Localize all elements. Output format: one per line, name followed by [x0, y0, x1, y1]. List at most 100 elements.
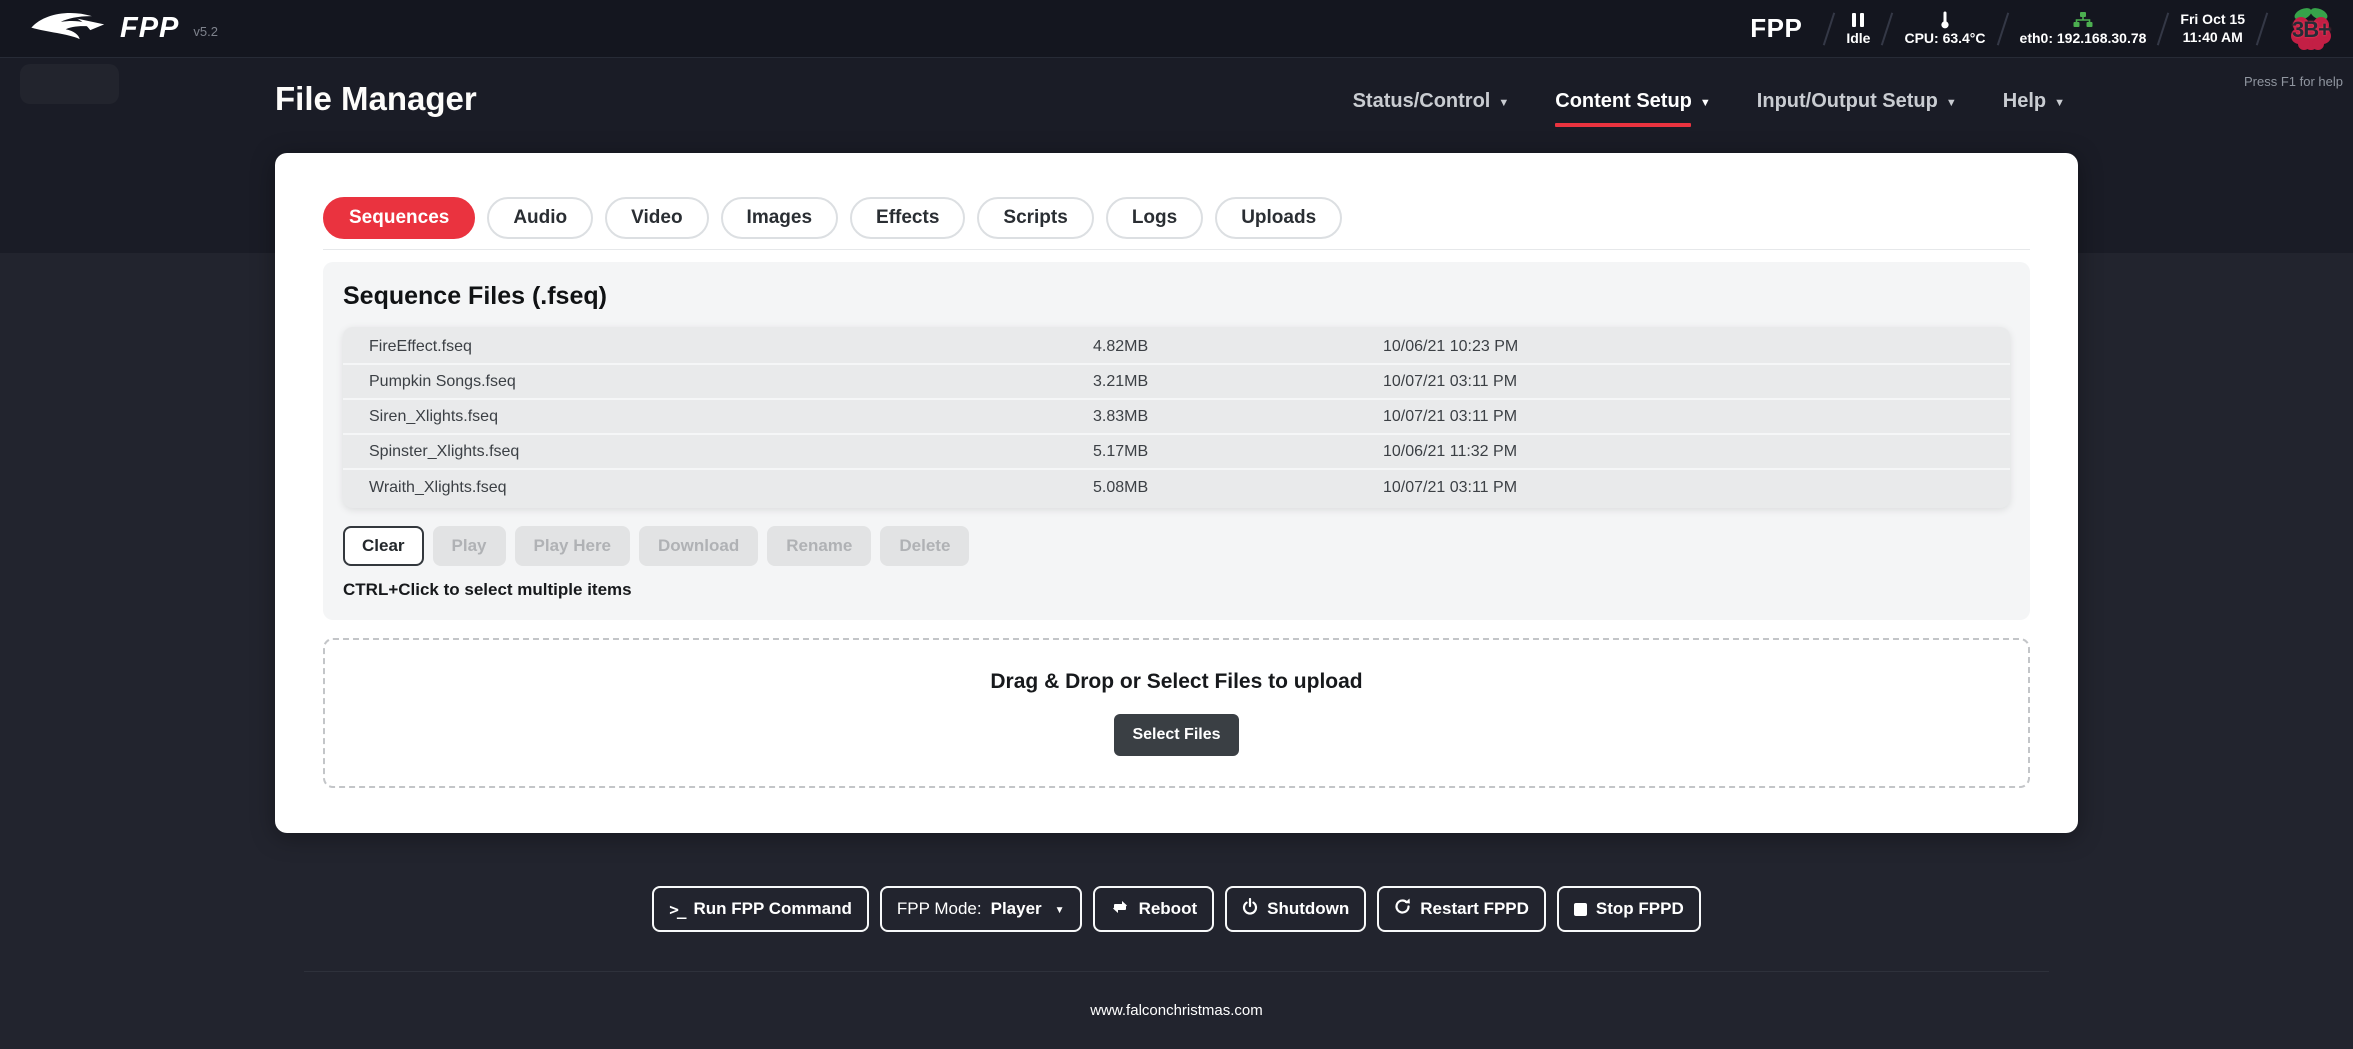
- shutdown-button[interactable]: Shutdown: [1225, 886, 1366, 932]
- run-fpp-command-label: Run FPP Command: [694, 899, 852, 919]
- fpp-mode-label: FPP Mode:: [897, 899, 982, 919]
- upload-dropzone[interactable]: Drag & Drop or Select Files to upload Se…: [323, 638, 2030, 788]
- stop-square-icon: [1574, 903, 1587, 916]
- restart-fppd-label: Restart FPPD: [1420, 899, 1529, 919]
- action-button[interactable]: Download: [639, 526, 758, 566]
- brand-group[interactable]: FPP v5.2: [28, 8, 218, 49]
- file-size: 4.82MB: [1093, 338, 1383, 356]
- time-label: 11:40 AM: [2180, 29, 2245, 47]
- restart-fppd-button[interactable]: Restart FPPD: [1377, 886, 1546, 932]
- network-status: eth0: 192.168.30.78: [2020, 11, 2147, 46]
- file-table: FireEffect.fseq 4.82MB 10/06/21 10:23 PM…: [343, 327, 2010, 508]
- reboot-label: Reboot: [1139, 899, 1198, 919]
- table-row[interactable]: Wraith_Xlights.fseq 5.08MB 10/07/21 03:1…: [343, 470, 2010, 505]
- page-title: File Manager: [275, 80, 477, 118]
- raspberry-pi-icon: 3B+: [2283, 5, 2339, 53]
- divider: [2256, 12, 2268, 45]
- table-row[interactable]: Siren_Xlights.fseq 3.83MB 10/07/21 03:11…: [343, 400, 2010, 435]
- nav-menu-item[interactable]: Help ▼: [2003, 90, 2065, 113]
- player-state-status: Idle: [1846, 11, 1870, 46]
- thermometer-icon: [1940, 11, 1950, 28]
- falcon-logo-icon: [28, 8, 110, 49]
- power-icon: [1242, 898, 1258, 920]
- help-hint: Press F1 for help: [2244, 74, 2343, 89]
- chevron-down-icon: ▼: [1498, 97, 1509, 109]
- tab[interactable]: Sequences: [323, 197, 475, 239]
- terminal-icon: >_: [669, 900, 684, 919]
- table-row[interactable]: Pumpkin Songs.fseq 3.21MB 10/07/21 03:11…: [343, 365, 2010, 400]
- date-label: Fri Oct 15: [2180, 11, 2245, 29]
- player-state-label: Idle: [1846, 31, 1870, 46]
- stop-fppd-label: Stop FPPD: [1596, 899, 1684, 919]
- fpp-mode-dropdown[interactable]: FPP Mode: Player ▼: [880, 886, 1082, 932]
- tabs-divider: [323, 249, 2030, 250]
- brand-logo-text: FPP: [120, 12, 179, 45]
- nav-menu-item[interactable]: Input/Output Setup ▼: [1757, 90, 1957, 113]
- action-button[interactable]: Play Here: [515, 526, 631, 566]
- hidden-skip-button[interactable]: [20, 64, 119, 104]
- nav-menu-label: Input/Output Setup: [1757, 90, 1938, 113]
- run-fpp-command-button[interactable]: >_ Run FPP Command: [652, 886, 869, 932]
- action-button[interactable]: Clear: [343, 526, 424, 566]
- divider: [1823, 12, 1835, 45]
- network-icon: [2073, 11, 2093, 28]
- file-name: Wraith_Xlights.fseq: [343, 479, 1093, 497]
- pause-icon: [1852, 11, 1864, 28]
- action-button[interactable]: Delete: [880, 526, 969, 566]
- cpu-temp-label: CPU: 63.4°C: [1904, 31, 1985, 46]
- nav-menu-label: Help: [2003, 90, 2046, 113]
- hostname-label: FPP: [1750, 13, 1802, 44]
- network-label: eth0: 192.168.30.78: [2020, 31, 2147, 46]
- datetime-status: Fri Oct 15 11:40 AM: [2180, 11, 2245, 46]
- file-date: 10/06/21 10:23 PM: [1383, 338, 2010, 356]
- status-bar: FPP Idle CPU: 63.4°C: [1750, 5, 2339, 53]
- nav-menu-label: Content Setup: [1555, 90, 1692, 113]
- action-button[interactable]: Rename: [767, 526, 871, 566]
- tab[interactable]: Video: [605, 197, 708, 239]
- file-size: 5.08MB: [1093, 479, 1383, 497]
- chevron-down-icon: ▼: [1055, 905, 1065, 916]
- file-manager-card: Sequences Audio Video Images Effects Scr…: [275, 153, 2078, 833]
- table-row[interactable]: Spinster_Xlights.fseq 5.17MB 10/06/21 11…: [343, 435, 2010, 470]
- dropzone-heading: Drag & Drop or Select Files to upload: [990, 670, 1362, 694]
- panel-heading: Sequence Files (.fseq): [343, 282, 2010, 311]
- file-date: 10/06/21 11:32 PM: [1383, 443, 2010, 461]
- file-name: Pumpkin Songs.fseq: [343, 373, 1093, 391]
- tab[interactable]: Images: [721, 197, 838, 239]
- multi-select-hint: CTRL+Click to select multiple items: [343, 580, 2010, 600]
- file-size: 5.17MB: [1093, 443, 1383, 461]
- stop-fppd-button[interactable]: Stop FPPD: [1557, 886, 1701, 932]
- file-size: 3.21MB: [1093, 373, 1383, 391]
- table-row[interactable]: FireEffect.fseq 4.82MB 10/06/21 10:23 PM: [343, 330, 2010, 365]
- chevron-down-icon: ▼: [1700, 97, 1711, 109]
- tab[interactable]: Scripts: [977, 197, 1093, 239]
- refresh-icon: [1394, 898, 1411, 920]
- nav-menu-label: Status/Control: [1353, 90, 1491, 113]
- file-date: 10/07/21 03:11 PM: [1383, 373, 2010, 391]
- file-date: 10/07/21 03:11 PM: [1383, 479, 2010, 497]
- file-size: 3.83MB: [1093, 408, 1383, 426]
- divider: [1881, 12, 1893, 45]
- sequence-files-panel: Sequence Files (.fseq) FireEffect.fseq 4…: [323, 262, 2030, 620]
- main-menu: Status/Control ▼ Content Setup ▼ Input/O…: [1353, 90, 2065, 113]
- action-button[interactable]: Play: [433, 526, 506, 566]
- select-files-button[interactable]: Select Files: [1114, 714, 1238, 756]
- chevron-down-icon: ▼: [1946, 97, 1957, 109]
- tab[interactable]: Logs: [1106, 197, 1203, 239]
- file-name: Siren_Xlights.fseq: [343, 408, 1093, 426]
- site-link[interactable]: www.falconchristmas.com: [0, 1002, 2353, 1019]
- nav-menu-item[interactable]: Status/Control ▼: [1353, 90, 1510, 113]
- file-name: Spinster_Xlights.fseq: [343, 443, 1093, 461]
- footer-divider: [304, 971, 2049, 972]
- nav-menu-item[interactable]: Content Setup ▼: [1555, 90, 1711, 113]
- fpp-file-manager-page: FPP v5.2 FPP Idle CPU: 63.4°C: [0, 0, 2353, 1049]
- reboot-button[interactable]: Reboot: [1093, 886, 1215, 932]
- divider: [1996, 12, 2008, 45]
- chevron-down-icon: ▼: [2054, 97, 2065, 109]
- repeat-icon: [1110, 899, 1130, 920]
- shutdown-label: Shutdown: [1267, 899, 1349, 919]
- tab[interactable]: Uploads: [1215, 197, 1342, 239]
- tab[interactable]: Effects: [850, 197, 965, 239]
- file-action-buttons: Clear Play Play Here Download Rename Del…: [343, 526, 2010, 566]
- tab[interactable]: Audio: [487, 197, 593, 239]
